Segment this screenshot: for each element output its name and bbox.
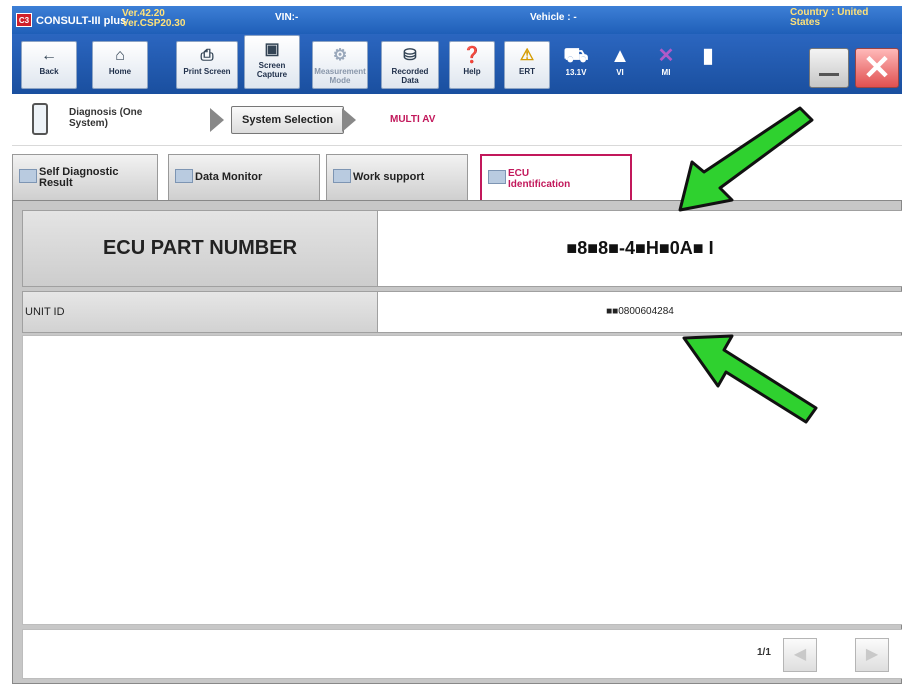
meter-icon: ⚙ [332,47,348,64]
previous-page-icon: ◀ [793,646,807,663]
recorded-data-button[interactable]: ⛁ Recorded Data [381,41,439,89]
country-label: Country : United States [790,7,869,28]
mi-indicator: ✕ MI [648,44,684,77]
device-icon [32,103,48,135]
work-support-icon [333,169,351,183]
toolbar: ← Back ⌂ Home ⎙ Print Screen ▣ Screen Ca… [12,34,902,94]
car-icon: ⛟ [563,45,589,67]
pager-bar: 1/1 ◀ ▶ [22,629,902,679]
close-button[interactable]: ✕ [855,48,899,88]
breadcrumb-arrow-icon [210,108,224,132]
mi-disconnected-icon: ✕ [657,45,675,67]
page-indicator: 1/1 [757,647,771,658]
signal-icon: ▲ [610,45,630,67]
breadcrumb-diagnosis-one-system[interactable]: Diagnosis (One System) [69,107,159,129]
ecu-part-number-value: ■8■8■-4■H■0A■ I [378,210,902,287]
screen-capture-label: Screen Capture [256,61,288,79]
home-button[interactable]: ⌂ Home [92,41,148,89]
data-monitor-icon [175,169,193,183]
next-page-button[interactable]: ▶ [855,638,889,672]
tab-ecu-identification[interactable]: ECU Identification [480,154,632,200]
connector-icon: ▮ [702,45,714,67]
tab-data-monitor[interactable]: Data Monitor [168,154,320,200]
version-info: Ver.42.20 Ver.CSP20.30 [122,9,185,29]
warning-icon: ⚠ [519,47,535,64]
previous-page-button[interactable]: ◀ [783,638,817,672]
print-screen-label: Print Screen [183,67,231,76]
ecu-identification-panel: ECU PART NUMBER ■8■8■-4■H■0A■ I UNIT ID … [12,200,902,684]
ert-button[interactable]: ⚠ ERT [504,41,550,89]
tab-label: ECU Identification [508,168,571,190]
printer-icon: ⎙ [200,47,214,64]
home-button-label: Home [108,67,132,76]
breadcrumb-system-selection[interactable]: System Selection [231,106,345,134]
consult-logo-icon: C3 [16,13,32,27]
measurement-mode-button[interactable]: ⚙ Measurement Mode [312,41,368,89]
voltage-label: 13.1V [565,68,587,77]
ert-button-label: ERT [519,67,535,76]
print-screen-button[interactable]: ⎙ Print Screen [176,41,238,89]
breadcrumb-multi-av: MULTI AV [390,114,436,125]
app-name: CONSULT-III plus [36,15,127,27]
tab-work-support[interactable]: Work support [326,154,468,200]
vi-indicator: ▲ VI [602,44,638,77]
back-button[interactable]: ← Back [21,41,77,89]
green-arrow-icon [678,106,814,212]
tab-label: Work support [353,171,425,183]
minimize-button[interactable] [809,48,849,88]
battery-voltage-indicator: ⛟ 13.1V [558,44,594,77]
help-icon: ❓ [462,47,482,64]
ecu-identification-icon [488,170,506,184]
tab-self-diagnostic-result[interactable]: Self Diagnostic Result [12,154,158,200]
help-button[interactable]: ❓ Help [449,41,495,89]
title-bar: C3 CONSULT-III plus Ver.42.20 Ver.CSP20.… [12,6,902,34]
connector-indicator: ▮ [690,44,726,68]
unit-id-value: ■■0800604284 [378,291,902,333]
mi-label: MI [661,68,671,77]
measurement-mode-label: Measurement Mode [314,67,366,85]
self-diagnostic-icon [19,169,37,183]
ecu-part-number-label: ECU PART NUMBER [22,210,378,287]
camera-icon: ▣ [264,41,280,58]
home-icon: ⌂ [115,47,125,64]
back-arrow-icon: ← [41,47,57,64]
screen-capture-button[interactable]: ▣ Screen Capture [244,35,300,89]
recorded-data-label: Recorded Data [391,67,429,85]
version-line-2: Ver.CSP20.30 [122,18,186,29]
vehicle-label: Vehicle : - [530,12,577,23]
tab-label: Data Monitor [195,171,263,183]
green-arrow-icon [682,334,818,424]
vi-label: VI [616,68,624,77]
recorded-data-icon: ⛁ [403,47,417,64]
help-button-label: Help [463,67,481,76]
close-icon: ✕ [862,49,892,87]
next-page-icon: ▶ [865,646,879,663]
back-button-label: Back [39,67,59,76]
tab-label: Self Diagnostic Result [39,166,119,189]
breadcrumb-arrow-icon [342,108,356,132]
vin-label: VIN:- [275,12,299,23]
unit-id-label: UNIT ID [22,291,378,333]
